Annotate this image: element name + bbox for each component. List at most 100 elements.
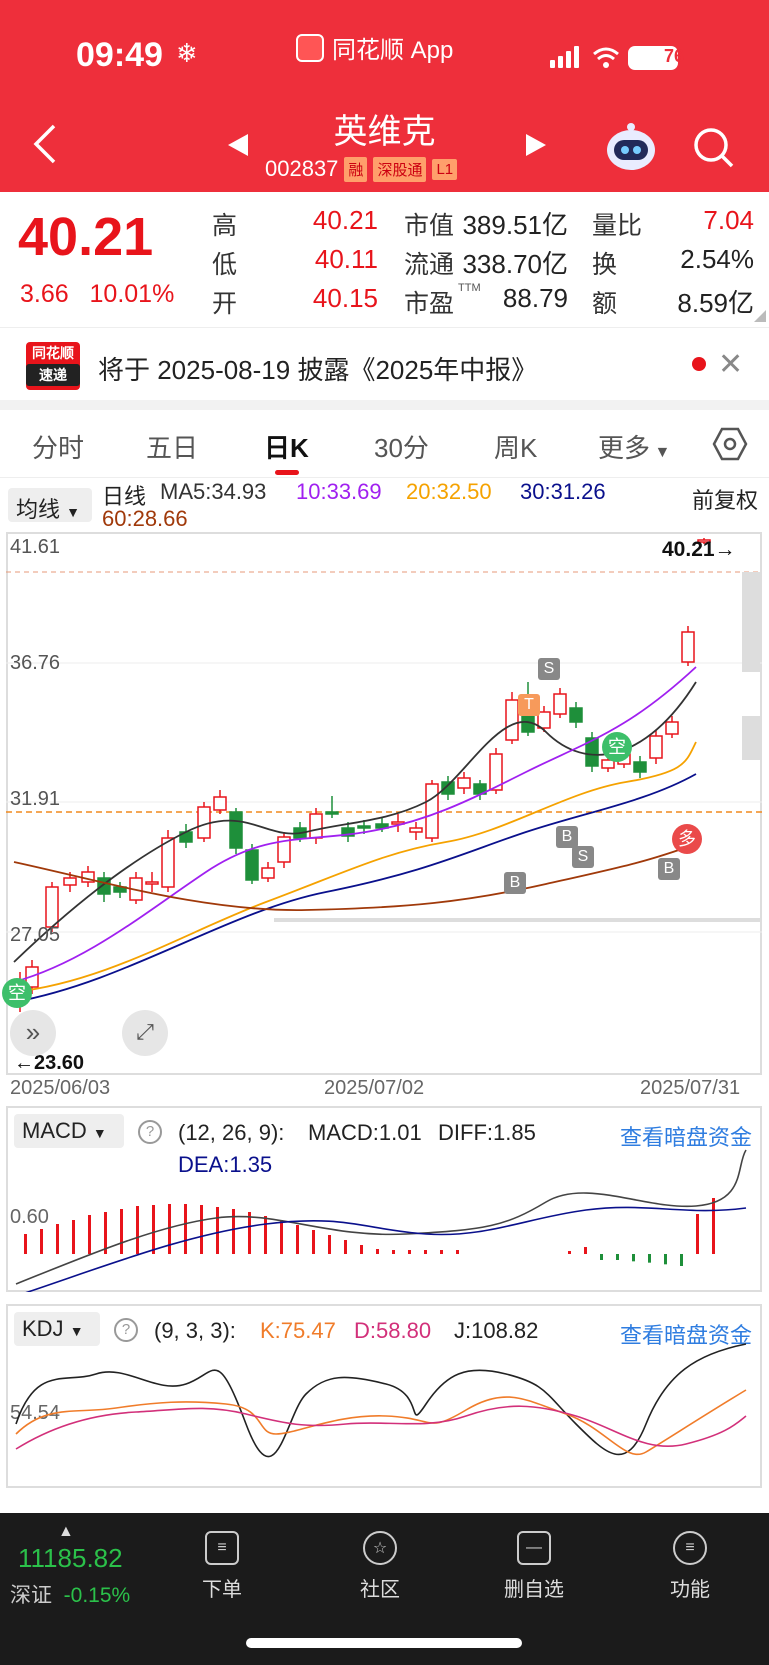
open-label: 开 <box>212 290 238 318</box>
collapse-icon[interactable]: » <box>10 1010 56 1056</box>
tab-more-label: 更多 <box>598 433 651 463</box>
macd-bar <box>152 1205 155 1254</box>
order-button[interactable]: ≡ 下单 <box>182 1531 262 1602</box>
candle-body <box>537 711 551 729</box>
tab-weekly-k[interactable]: 周K <box>494 428 537 465</box>
signal-long-badge[interactable]: 多 <box>672 824 702 854</box>
index-row: 深证 -0.15% <box>10 1579 130 1609</box>
macd-bar <box>664 1254 667 1265</box>
macd-bar <box>456 1250 459 1254</box>
macd-bar <box>296 1225 299 1254</box>
notice-logo-top: 同花顺 <box>32 345 74 361</box>
notice-banner[interactable]: 同花顺 速递 将于 2025-08-19 披露《2025年中报》 <box>0 330 769 400</box>
mktcap-label: 市值 <box>404 212 455 240</box>
ma-selector[interactable]: 均线 ▼ <box>8 488 92 522</box>
change-value: 3.66 <box>20 280 69 308</box>
fullscreen-icon[interactable]: ⤢ <box>122 1010 168 1056</box>
candle-body <box>569 707 583 723</box>
candle-body <box>161 837 175 888</box>
pe-ttm-label: TTM <box>458 282 481 294</box>
minus-icon: — <box>517 1531 551 1565</box>
t-signal-badge[interactable]: T <box>518 694 540 716</box>
signal-empty-badge[interactable]: 空 <box>602 732 632 762</box>
home-indicator <box>246 1638 522 1648</box>
robot-assistant-icon[interactable] <box>604 120 658 174</box>
candle-body <box>197 806 211 839</box>
candle-body <box>681 631 695 663</box>
high-label: 高 <box>212 212 238 240</box>
low-label: 低 <box>212 251 238 279</box>
macd-bar <box>632 1254 635 1262</box>
close-icon[interactable]: ✕ <box>718 347 743 382</box>
ma30-value: 30:31.26 <box>520 479 606 504</box>
tab-daily-k[interactable]: 日K <box>264 428 309 465</box>
remove-watchlist-button[interactable]: — 删自选 <box>494 1531 574 1602</box>
candle-body <box>63 877 77 886</box>
expand-corner-icon[interactable] <box>754 310 766 322</box>
amount-label: 额 <box>592 290 618 318</box>
macd-bar <box>312 1230 315 1254</box>
max-price-marker: 40.21→ <box>662 538 736 561</box>
kdj-chart[interactable] <box>6 1304 762 1488</box>
macd-bar <box>424 1250 427 1254</box>
adjust-mode-button[interactable]: 前复权 <box>692 483 758 515</box>
caret-down-icon: ▼ <box>650 444 671 461</box>
candle-body <box>229 811 243 849</box>
macd-bar <box>584 1247 587 1254</box>
app-label[interactable]: 同花顺 App <box>296 30 453 65</box>
macd-bar <box>264 1216 267 1254</box>
volume-profile-bar <box>742 572 760 672</box>
mktcap-value: 389.51亿 <box>462 210 568 240</box>
axis-label: 41.61 <box>10 536 61 558</box>
macd-bar <box>696 1214 699 1254</box>
pe-value: 88.79 <box>502 283 568 313</box>
settings-hexagon-icon[interactable] <box>712 426 748 462</box>
macd-bar <box>232 1209 235 1254</box>
date-end: 2025/07/31 <box>640 1077 741 1099</box>
signal-empty-badge[interactable]: 空 <box>2 978 32 1008</box>
buy-signal-badge[interactable]: B <box>658 858 680 880</box>
buy-signal-badge[interactable]: B <box>504 872 526 894</box>
macd-bar <box>216 1207 219 1254</box>
candle-body <box>649 735 663 759</box>
tab-more[interactable]: 更多 ▼ <box>598 428 670 465</box>
community-label: 社区 <box>360 1579 400 1601</box>
candle-body <box>325 811 339 815</box>
index-value[interactable]: 11185.82 <box>18 1543 123 1574</box>
macd-bar <box>440 1250 443 1254</box>
macd-bar <box>568 1251 571 1254</box>
candle-body <box>45 886 59 928</box>
macd-bar <box>360 1245 363 1254</box>
macd-bar <box>56 1224 59 1254</box>
tab-five-day[interactable]: 五日 <box>146 428 198 465</box>
volratio-label: 量比 <box>592 212 643 240</box>
dea-line <box>25 1206 747 1292</box>
date-middle: 2025/07/02 <box>324 1077 425 1099</box>
tab-intraday[interactable]: 分时 <box>32 428 84 465</box>
community-button[interactable]: ☆ 社区 <box>340 1531 420 1602</box>
ma-lines-group <box>13 666 697 1003</box>
macd-bar <box>136 1206 139 1254</box>
sell-signal-badge[interactable]: S <box>538 658 560 680</box>
stock-code-row: 002837 融 深股通 L1 <box>265 156 458 182</box>
candle-body <box>457 777 471 789</box>
tag-margin: 融 <box>344 156 368 182</box>
kline-chart[interactable] <box>6 532 762 1075</box>
diff-line <box>15 1149 747 1285</box>
change-percent: 10.01% <box>89 280 175 308</box>
sell-signal-badge[interactable]: S <box>572 846 594 868</box>
tag-level: L1 <box>432 158 458 180</box>
macd-bar <box>344 1240 347 1254</box>
macd-chart[interactable] <box>6 1106 762 1292</box>
expand-up-icon[interactable]: ▲ <box>58 1523 74 1541</box>
period-tabs: 分时 五日 日K 30分 周K 更多 ▼ <box>0 410 769 478</box>
search-icon[interactable] <box>692 126 736 170</box>
stock-code: 002837 <box>265 156 339 181</box>
candle-body <box>425 783 439 839</box>
buy-signal-badge[interactable]: B <box>556 826 578 848</box>
ma20-value: 20:32.50 <box>406 479 492 504</box>
tab-30min[interactable]: 30分 <box>374 428 429 465</box>
macd-bar <box>600 1254 603 1260</box>
function-button[interactable]: ≡ 功能 <box>650 1531 730 1602</box>
notice-logo-bottom: 速递 <box>26 364 80 386</box>
